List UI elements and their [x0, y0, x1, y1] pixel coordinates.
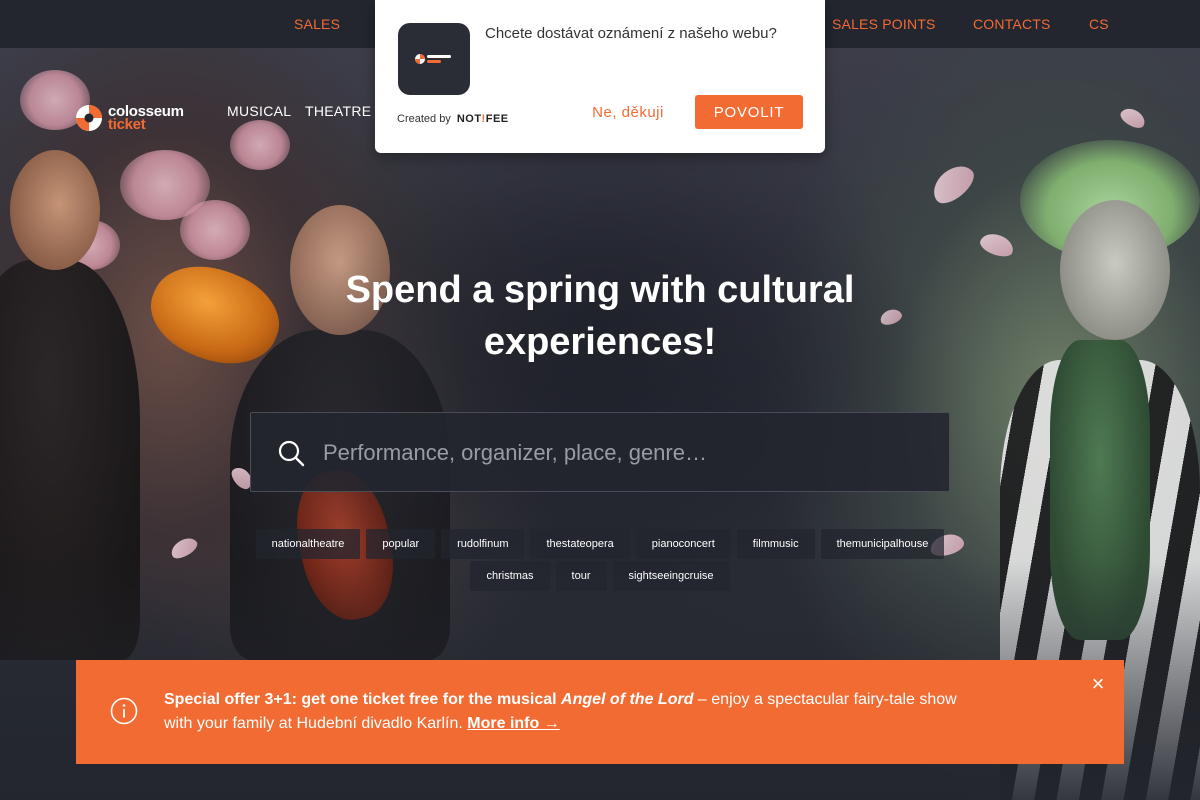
popup-message: Chcete dostávat oznámení z našeho webu? — [485, 25, 777, 42]
nav-item-musical[interactable]: MUSICAL — [227, 103, 291, 119]
more-info-link[interactable]: More info → — [467, 715, 559, 732]
notification-permission-popup: Chcete dostávat oznámení z našeho webu? … — [375, 0, 825, 153]
tag-row-2: christmas tour sightseeingcruise — [250, 561, 950, 591]
info-icon — [110, 697, 138, 725]
topbar-link-contacts[interactable]: CONTACTS — [973, 16, 1051, 32]
offer-lead: Special offer 3+1: get one ticket free f… — [164, 691, 557, 708]
tag-pianoconcert[interactable]: pianoconcert — [635, 529, 731, 559]
tag-popular[interactable]: popular — [366, 529, 436, 559]
search-box[interactable] — [250, 412, 950, 492]
tag-thestateopera[interactable]: thestateopera — [530, 529, 630, 559]
tag-themunicipalhouse[interactable]: themunicipalhouse — [820, 529, 945, 559]
brand-part-a: NOT — [456, 113, 482, 125]
notifee-brand: NOT!FEE — [457, 113, 509, 125]
logo-text: colosseum ticket — [108, 104, 184, 132]
hero-title: Spend a spring with cultural experiences… — [345, 269, 855, 363]
topbar-link-sales[interactable]: SALES — [294, 16, 340, 32]
close-icon[interactable]: × — [1088, 673, 1108, 695]
app-icon — [398, 23, 470, 95]
allow-notifications-button[interactable]: POVOLIT — [695, 95, 803, 129]
special-offer-banner: Special offer 3+1: get one ticket free f… — [76, 660, 1124, 764]
tag-row-1: nationaltheatre popular rudolfinum thest… — [250, 529, 950, 559]
deny-notifications-button[interactable]: Ne, děkuji — [583, 101, 673, 123]
created-by-label: Created by — [397, 113, 451, 125]
tag-tour[interactable]: tour — [555, 561, 607, 591]
language-switch[interactable]: CS — [1089, 16, 1109, 32]
popup-created-by: Created by NOT!FEE — [397, 113, 509, 125]
tag-nationaltheatre[interactable]: nationaltheatre — [255, 529, 361, 559]
nav-item-theatre[interactable]: THEATRE — [305, 103, 371, 119]
logo-mark-icon — [75, 104, 103, 132]
tag-cloud: nationaltheatre popular rudolfinum thest… — [250, 529, 950, 593]
tag-rudolfinum[interactable]: rudolfinum — [441, 529, 525, 559]
search-icon[interactable] — [277, 439, 305, 467]
search-input[interactable] — [323, 431, 923, 475]
offer-text: Special offer 3+1: get one ticket free f… — [164, 688, 984, 736]
topbar-link-sales-points[interactable]: SALES POINTS — [832, 16, 936, 32]
offer-title: Angel of the Lord — [561, 691, 694, 708]
logo-mark-icon — [415, 54, 451, 64]
tag-christmas[interactable]: christmas — [470, 561, 550, 591]
site-logo[interactable]: colosseum ticket — [75, 103, 184, 133]
tag-sightseeingcruise[interactable]: sightseeingcruise — [612, 561, 730, 591]
brand-part-c: FEE — [485, 113, 509, 125]
tag-filmmusic[interactable]: filmmusic — [736, 529, 815, 559]
